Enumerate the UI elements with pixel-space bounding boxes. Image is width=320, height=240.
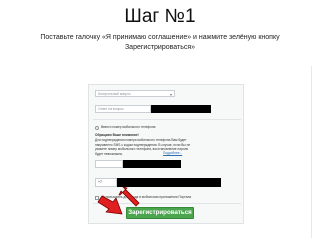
button-pointer-arrow [97, 195, 123, 215]
red-arrow-icon [97, 186, 140, 215]
checkbox-pointer-arrow [118, 186, 140, 207]
